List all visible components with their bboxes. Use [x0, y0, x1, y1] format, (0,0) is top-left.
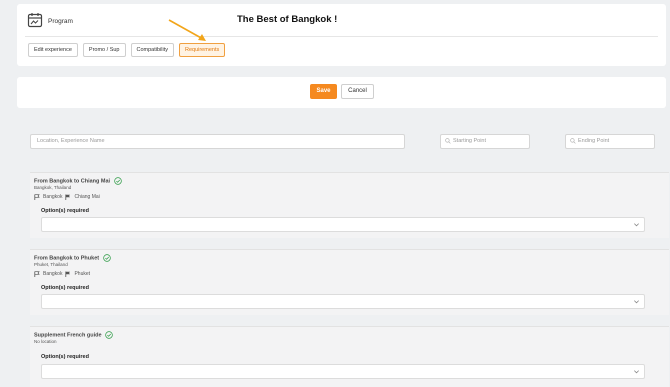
chevron-down-icon	[634, 370, 639, 374]
experience-location: Bangkok, Thailand	[34, 185, 72, 190]
search-icon	[445, 138, 451, 144]
experience-route: Bangkok Phuket	[34, 271, 90, 277]
route-to: Phuket	[74, 271, 91, 277]
experience-location: Phuket, Thailand	[34, 262, 68, 267]
calendar-icon	[27, 13, 43, 28]
chevron-down-icon	[634, 223, 639, 227]
flag-outline-icon	[34, 271, 40, 277]
action-bar: Save Cancel	[17, 77, 666, 108]
cancel-button[interactable]: Cancel	[341, 84, 374, 99]
check-shield-icon	[102, 254, 111, 262]
flag-filled-icon	[65, 194, 71, 200]
location-search-input[interactable]: Location, Experience Name	[30, 134, 405, 149]
flag-outline-icon	[34, 194, 40, 200]
chevron-down-icon	[634, 300, 639, 304]
options-required-select[interactable]	[41, 294, 645, 309]
experience-header-card: Program The Best of Bangkok ! Edit exper…	[17, 4, 666, 66]
experience-title: Supplement French guide	[34, 331, 113, 339]
options-required-select[interactable]	[41, 217, 645, 232]
header-divider	[25, 36, 658, 37]
experience-route: Bangkok Chiang Mai	[34, 194, 100, 200]
route-to: Chiang Mai	[74, 194, 100, 200]
tab-requirements[interactable]: Requirements	[178, 43, 226, 57]
route-from: Bangkok	[43, 271, 63, 277]
page-title: The Best of Bangkok !	[237, 14, 338, 25]
starting-point-input[interactable]: Starting Point	[440, 134, 530, 149]
experience-title: From Bangkok to Chiang Mai	[34, 177, 122, 185]
experience-card: From Bangkok to Phuket Phuket, Thailand …	[30, 249, 669, 315]
experience-card: From Bangkok to Chiang Mai Bangkok, Thai…	[30, 172, 669, 238]
check-shield-icon	[105, 331, 113, 339]
tab-edit-experience[interactable]: Edit experience	[28, 43, 78, 57]
experience-location: No location	[34, 339, 57, 344]
experience-card: Supplement French guide No location Opti…	[30, 326, 669, 387]
search-icon	[570, 138, 576, 144]
ending-point-input[interactable]: Ending Point	[565, 134, 655, 149]
check-shield-icon	[113, 177, 122, 185]
starting-point-placeholder: Starting Point	[453, 138, 487, 144]
save-button[interactable]: Save	[310, 84, 337, 99]
ending-point-placeholder: Ending Point	[578, 138, 610, 144]
experience-title: From Bangkok to Phuket	[34, 254, 111, 262]
options-required-label: Option(s) required	[41, 208, 89, 214]
flag-filled-icon	[65, 271, 71, 277]
tab-compatibility[interactable]: Compatibility	[130, 43, 174, 57]
options-required-label: Option(s) required	[41, 285, 89, 291]
route-from: Bangkok	[43, 194, 63, 200]
arrow-annotation	[168, 19, 206, 41]
requirements-panel: Location, Experience Name Starting Point…	[17, 117, 669, 387]
options-required-select[interactable]	[41, 364, 645, 379]
program-label: Program	[48, 18, 73, 25]
options-required-label: Option(s) required	[41, 354, 89, 360]
tab-promo-sup[interactable]: Promo / Sup	[82, 43, 126, 57]
tab-bar: Edit experience Promo / Sup Compatibilit…	[28, 43, 226, 57]
